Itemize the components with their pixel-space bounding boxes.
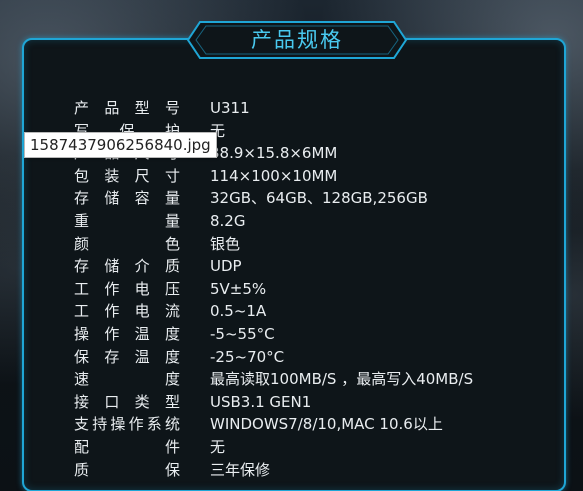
spec-value: 32GB、64GB、128GB,256GB <box>210 189 428 208</box>
spec-value: 银色 <box>210 234 241 253</box>
spec-value: USB3.1 GEN1 <box>210 392 312 411</box>
spec-label: 重 量 <box>74 211 180 230</box>
spec-value: 最高读取100MB/S ，最高写入40MB/S <box>210 370 474 389</box>
spec-row: 存储容量 32GB、64GB、128GB,256GB <box>74 187 554 210</box>
spec-label: 工作电压 <box>74 279 180 298</box>
spec-value: 0.5~1A <box>210 302 267 321</box>
spec-label: 配 件 <box>74 437 180 456</box>
spec-row: 质 保 三年保修 <box>74 459 554 482</box>
spec-label: 存储容量 <box>74 189 180 208</box>
spec-value: 8.2G <box>210 211 246 230</box>
spec-label: 工作电流 <box>74 302 180 321</box>
spec-row: 接口类型 USB3.1 GEN1 <box>74 391 554 414</box>
page-title: 产品规格 <box>251 28 343 52</box>
spec-value: 无 <box>210 121 226 140</box>
spec-row: 存储介质 UDP <box>74 255 554 278</box>
title-banner: 产品规格 <box>186 20 408 60</box>
spec-value: -25~70°C <box>210 347 285 366</box>
spec-row: 产品型号 U311 <box>74 97 554 120</box>
spec-row: 操作温度 -5~55°C <box>74 323 554 346</box>
spec-label: 速 度 <box>74 370 180 389</box>
product-spec-image: 产品规格 产品型号U311写保护无产品尺寸38.9×15.8×6MM包装尺寸11… <box>0 0 583 491</box>
spec-label: 产品型号 <box>74 99 180 117</box>
spec-row: 工作电压 5V±5% <box>74 278 554 301</box>
spec-label: 支持操作系统 <box>74 415 180 434</box>
spec-value: U311 <box>210 99 250 117</box>
spec-value: -5~55°C <box>210 324 275 343</box>
spec-label: 颜 色 <box>74 234 180 253</box>
spec-label: 操作温度 <box>74 324 180 343</box>
spec-row: 保存温度 -25~70°C <box>74 346 554 369</box>
spec-value: 114×100×10MM <box>210 166 338 185</box>
spec-label: 质 保 <box>74 460 180 479</box>
spec-label: 保存温度 <box>74 347 180 366</box>
spec-row: 支持操作系统 WINDOWS7/8/10,MAC 10.6以上 <box>74 413 554 436</box>
spec-label: 接口类型 <box>74 392 180 411</box>
spec-value: 5V±5% <box>210 279 267 298</box>
spec-value: 无 <box>210 437 226 456</box>
spec-value: 三年保修 <box>210 460 271 479</box>
spec-row: 包装尺寸 114×100×10MM <box>74 165 554 188</box>
spec-value: UDP <box>210 257 242 276</box>
spec-row: 速 度 最高读取100MB/S ，最高写入40MB/S <box>74 368 554 391</box>
spec-row: 工作电流 0.5~1A <box>74 300 554 323</box>
spec-value: 38.9×15.8×6MM <box>210 144 338 163</box>
spec-label: 包装尺寸 <box>74 166 180 185</box>
filename-tooltip: 1587437906256840.jpg <box>24 132 217 158</box>
spec-value: WINDOWS7/8/10,MAC 10.6以上 <box>210 415 443 434</box>
spec-row: 颜 色 银色 <box>74 233 554 256</box>
spec-row: 重 量 8.2G <box>74 210 554 233</box>
spec-row: 配 件无 <box>74 436 554 459</box>
spec-label: 存储介质 <box>74 257 180 276</box>
